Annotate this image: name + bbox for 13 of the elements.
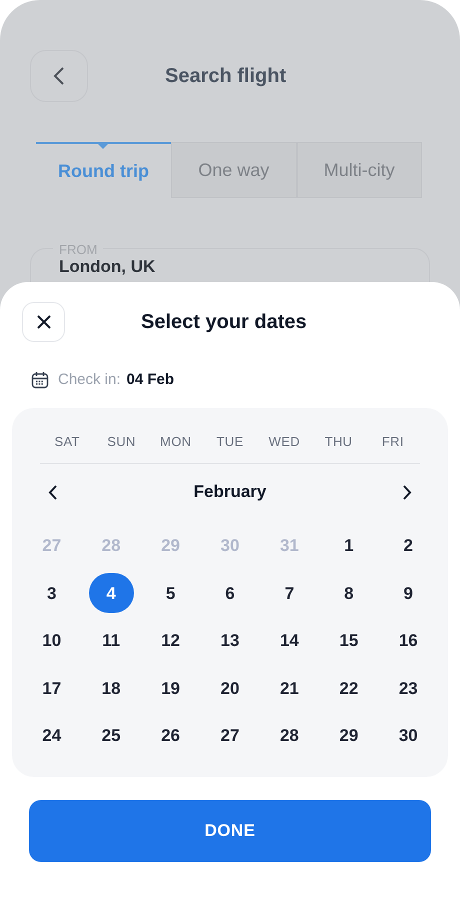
weekday-label: SUN [106, 432, 137, 450]
sheet-title: Select your dates [141, 310, 307, 335]
screen-title: Search flight [165, 64, 286, 89]
weekday-label: WED [268, 432, 301, 450]
check-in-label: Check in: [58, 370, 121, 390]
weekday-label: FRI [380, 432, 405, 450]
weekday-label: MON [159, 432, 192, 450]
weekday-label: TUE [216, 432, 244, 450]
month-title: February [194, 481, 266, 504]
check-in-date: 04 Feb [126, 370, 174, 390]
weekday-label: SAT [53, 432, 81, 450]
field-value: London, UK [59, 257, 156, 276]
weekday-label: THU [324, 432, 354, 450]
